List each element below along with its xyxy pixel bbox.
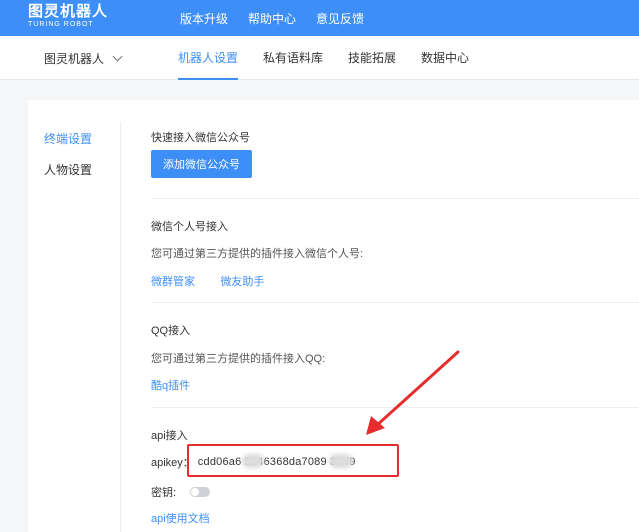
annotation-arrow-icon bbox=[366, 350, 460, 435]
